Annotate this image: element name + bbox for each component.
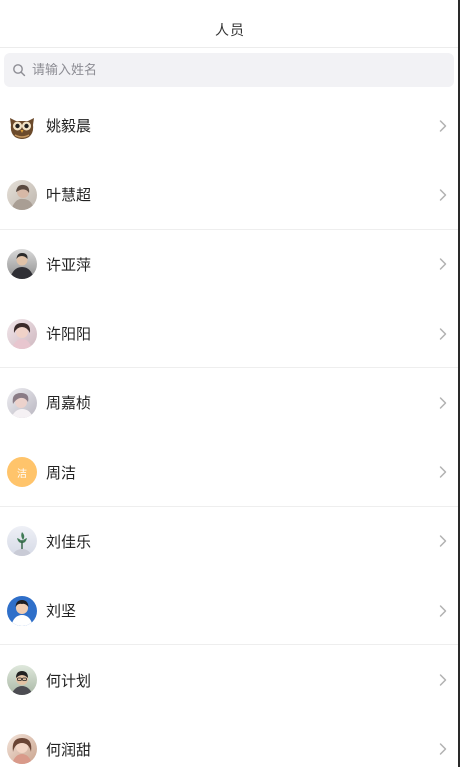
person-name: 姚毅晨 <box>46 117 92 136</box>
photo-avatar <box>7 734 37 765</box>
avatar-initial: 洁 <box>17 468 27 480</box>
list-item[interactable]: 姚毅晨 <box>0 91 458 160</box>
person-name: 刘佳乐 <box>46 532 92 551</box>
chevron-right-icon <box>438 257 448 271</box>
list-item[interactable]: 许阳阳 <box>0 299 458 369</box>
list-item[interactable]: 周嘉桢 <box>0 368 458 437</box>
people-list: 姚毅晨 叶慧超 许亚萍 许阳阳 周嘉桢 洁 周洁 刘佳乐 刘坚 何计划 何润甜 <box>0 91 458 784</box>
photo-avatar <box>7 387 37 418</box>
chevron-right-icon <box>438 465 448 479</box>
person-name: 许阳阳 <box>46 325 92 344</box>
initial-avatar: 洁 <box>7 457 37 488</box>
list-item[interactable]: 刘佳乐 <box>0 507 458 576</box>
list-item[interactable]: 叶慧超 <box>0 160 458 230</box>
chevron-right-icon <box>438 742 448 756</box>
search-box[interactable] <box>4 53 454 87</box>
chevron-right-icon <box>438 119 448 133</box>
chevron-right-icon <box>438 396 448 410</box>
photo-avatar <box>7 526 37 557</box>
top-bar: 人员 <box>0 0 460 48</box>
person-name: 叶慧超 <box>46 186 92 205</box>
page-title: 人员 <box>215 23 245 39</box>
list-item[interactable]: 何润甜 <box>0 715 458 784</box>
chevron-right-icon <box>438 188 448 202</box>
person-name: 刘坚 <box>46 602 77 621</box>
person-name: 许亚萍 <box>46 255 92 274</box>
person-name: 何计划 <box>46 671 92 690</box>
photo-avatar <box>7 595 37 626</box>
chevron-right-icon <box>438 534 448 548</box>
list-item[interactable]: 许亚萍 <box>0 230 458 299</box>
photo-avatar <box>7 318 37 349</box>
chevron-right-icon <box>438 327 448 341</box>
person-name: 周嘉桢 <box>46 394 92 413</box>
list-item[interactable]: 何计划 <box>0 645 458 714</box>
owl-avatar <box>7 110 37 141</box>
list-item[interactable]: 刘坚 <box>0 576 458 646</box>
search-input[interactable] <box>32 62 412 78</box>
photo-avatar <box>7 665 37 696</box>
photo-avatar <box>7 179 37 210</box>
chevron-right-icon <box>438 604 448 618</box>
search-bar <box>0 48 460 87</box>
person-name: 周洁 <box>46 463 77 482</box>
chevron-right-icon <box>438 673 448 687</box>
search-icon <box>12 63 26 77</box>
photo-avatar <box>7 249 37 280</box>
list-item[interactable]: 洁 周洁 <box>0 437 458 508</box>
person-name: 何润甜 <box>46 740 92 759</box>
